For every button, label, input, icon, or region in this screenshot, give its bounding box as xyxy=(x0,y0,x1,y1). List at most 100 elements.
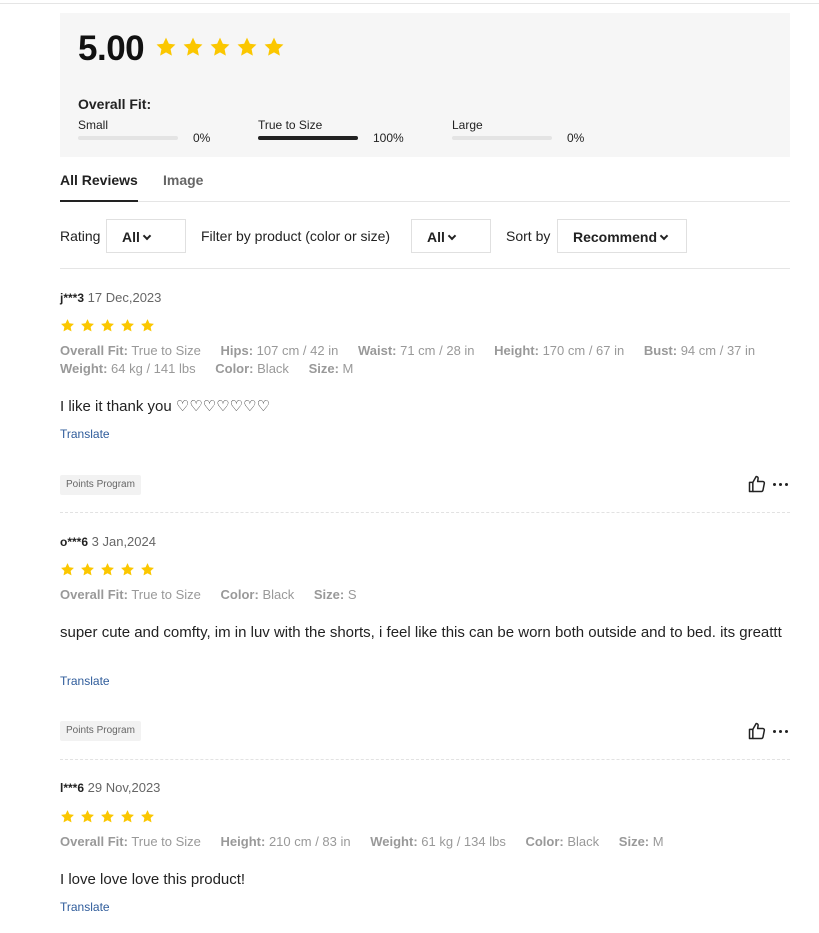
star-icon xyxy=(210,37,230,56)
attr-size: Size: M xyxy=(618,834,664,849)
attr-weight: Weight: 64 kg / 141 lbs xyxy=(60,361,196,376)
review-attributes: Overall Fit: True to Size Color: Black S… xyxy=(60,586,790,604)
star-icon xyxy=(81,563,94,576)
attr-height: Height: 210 cm / 83 in xyxy=(220,834,351,849)
sort-value: Recommend xyxy=(573,229,658,245)
fit-true-to-size-bar xyxy=(258,136,358,140)
attr-color: Color: Black xyxy=(525,834,600,849)
average-stars xyxy=(155,36,285,58)
fit-small-label: Small xyxy=(78,118,109,132)
star-icon xyxy=(61,319,74,332)
review-divider xyxy=(60,759,790,760)
reviewer-name: l***6 xyxy=(60,781,85,795)
star-icon xyxy=(264,37,284,56)
translate-link[interactable]: Translate xyxy=(60,674,110,688)
star-icon xyxy=(101,810,114,823)
rating-filter-value: All xyxy=(122,229,140,245)
attr-bust: Bust: 94 cm / 37 in xyxy=(643,343,756,358)
review-actions xyxy=(747,474,788,494)
fit-small-bar xyxy=(78,136,178,140)
attr-color: Color: Black xyxy=(220,587,295,602)
product-filter-select[interactable]: All xyxy=(411,219,491,253)
star-icon xyxy=(81,319,94,332)
review-attributes: Overall Fit: True to Size Height: 210 cm… xyxy=(60,833,790,851)
fit-small-percent: 0% xyxy=(193,131,211,145)
translate-link[interactable]: Translate xyxy=(60,900,110,914)
filter-bar: Rating All Filter by product (color or s… xyxy=(60,219,790,253)
active-tab-indicator xyxy=(60,200,138,202)
review-item: o***6 3 Jan,2024 Overall Fit: True to Si… xyxy=(60,534,790,762)
review-attributes: Overall Fit: True to Size Hips: 107 cm /… xyxy=(60,342,790,378)
review-item: j***3 17 Dec,2023 Overall Fit: True to S… xyxy=(60,290,790,515)
review-text: I love love love this product! xyxy=(60,871,246,888)
review-divider xyxy=(60,512,790,513)
star-icon xyxy=(101,319,114,332)
attr-weight: Weight: 61 kg / 134 lbs xyxy=(370,834,506,849)
sort-label: Sort by xyxy=(506,228,551,244)
review-date: 17 Dec,2023 xyxy=(87,290,162,305)
attr-hips: Hips: 107 cm / 42 in xyxy=(220,343,339,358)
points-program-badge: Points Program xyxy=(60,475,141,495)
fit-large-bar xyxy=(452,136,552,140)
attr-overall-fit: Overall Fit: True to Size xyxy=(60,343,201,358)
star-icon xyxy=(121,563,134,576)
more-options-icon[interactable] xyxy=(773,479,788,490)
translate-link[interactable]: Translate xyxy=(60,427,110,441)
star-icon xyxy=(121,810,134,823)
star-icon xyxy=(81,810,94,823)
attr-color: Color: Black xyxy=(215,361,289,376)
reviewer-name: j***3 xyxy=(60,291,85,305)
star-icon xyxy=(141,810,154,823)
review-tabs: All Reviews Image xyxy=(60,163,790,202)
chevron-down-icon xyxy=(659,231,669,241)
product-filter-value: All xyxy=(427,229,445,245)
fit-large-percent: 0% xyxy=(567,131,585,145)
fit-large: Large 0% xyxy=(452,118,584,145)
average-score: 5.00 xyxy=(78,29,145,68)
star-icon xyxy=(141,319,154,332)
tab-image[interactable]: Image xyxy=(163,172,203,188)
sort-select[interactable]: Recommend xyxy=(557,219,687,253)
chevron-down-icon xyxy=(142,231,152,241)
fit-large-label: Large xyxy=(452,118,483,132)
attr-height: Height: 170 cm / 67 in xyxy=(494,343,625,358)
rating-summary: 5.00 Overall Fit: Small 0% True to Size … xyxy=(60,13,790,157)
star-icon xyxy=(61,563,74,576)
review-actions xyxy=(747,721,788,741)
review-date: 29 Nov,2023 xyxy=(87,780,161,795)
overall-fit-title: Overall Fit: xyxy=(78,96,152,112)
fit-small: Small 0% xyxy=(78,118,210,145)
top-divider xyxy=(0,3,819,4)
review-header: j***3 17 Dec,2023 xyxy=(60,290,790,305)
product-filter-label: Filter by product (color or size) xyxy=(201,228,391,244)
star-icon xyxy=(101,563,114,576)
review-text: super cute and comfty, im in luv with th… xyxy=(60,624,782,641)
attr-size: Size: S xyxy=(313,587,357,602)
review-header: o***6 3 Jan,2024 xyxy=(60,534,790,549)
star-icon xyxy=(237,37,257,56)
tab-all-reviews[interactable]: All Reviews xyxy=(60,172,138,188)
review-header: l***6 29 Nov,2023 xyxy=(60,780,790,795)
review-stars xyxy=(60,318,155,333)
rating-filter-label: Rating xyxy=(60,228,101,244)
more-options-icon[interactable] xyxy=(773,726,788,737)
thumbs-up-icon[interactable] xyxy=(747,474,767,494)
chevron-down-icon xyxy=(447,231,457,241)
rating-filter-select[interactable]: All xyxy=(106,219,186,253)
star-icon xyxy=(156,37,176,56)
review-stars xyxy=(60,562,155,577)
review-text: I like it thank you ♡♡♡♡♡♡♡ xyxy=(60,398,271,415)
star-icon xyxy=(183,37,203,56)
review-date: 3 Jan,2024 xyxy=(91,534,156,549)
attr-overall-fit: Overall Fit: True to Size xyxy=(60,834,201,849)
thumbs-up-icon[interactable] xyxy=(747,721,767,741)
star-icon xyxy=(61,810,74,823)
reviewer-name: o***6 xyxy=(60,535,89,549)
points-program-badge: Points Program xyxy=(60,721,141,741)
fit-true-to-size-label: True to Size xyxy=(258,118,323,132)
review-item: l***6 29 Nov,2023 Overall Fit: True to S… xyxy=(60,780,790,930)
star-icon xyxy=(141,563,154,576)
filter-divider xyxy=(60,268,790,269)
star-icon xyxy=(121,319,134,332)
review-stars xyxy=(60,809,155,824)
